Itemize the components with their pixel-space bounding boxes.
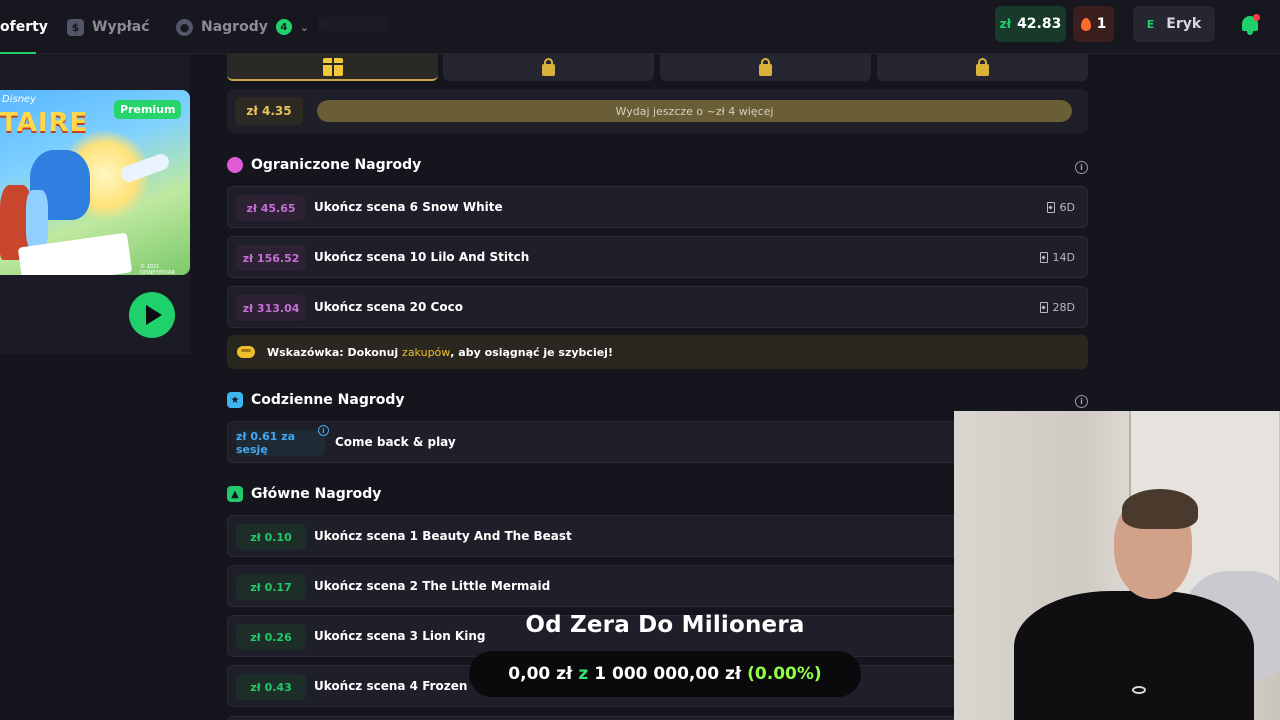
time-value: 28D <box>1052 300 1075 314</box>
reward-amount: zł 313.04 <box>236 295 306 321</box>
reward-amount: zł 0.10 <box>236 524 306 550</box>
stream-goal-title: Od Zera Do Milionera <box>525 612 805 638</box>
tip-suffix: , aby osiągnąć je szybciej! <box>450 345 613 359</box>
game-panel: Disney TAIRE © 2021 DISNEY/PIXAR Premium <box>0 54 190 354</box>
stopwatch-icon <box>227 157 243 173</box>
time-remaining: 6D <box>1046 187 1075 227</box>
top-bar: oferty $ Wypłać ● Nagrody 4 ⌄ zł 42.83 1… <box>0 0 1280 54</box>
balance-currency: zł <box>999 17 1012 31</box>
nav-rewards[interactable]: ● Nagrody 4 ⌄ <box>176 0 309 54</box>
wallet-icon: $ <box>67 18 84 36</box>
time-remaining: 28D <box>1039 287 1075 327</box>
goal-separator: z <box>578 664 589 684</box>
coins-icon <box>237 346 255 358</box>
limited-rewards-heading: Ograniczone Nagrody <box>227 157 421 173</box>
limited-reward-row[interactable]: zł 156.52 Ukończ scena 10 Lilo And Stitc… <box>227 236 1088 278</box>
nav-withdraw-label: Wypłać <box>92 19 150 35</box>
nav-offers-label: oferty <box>0 19 48 35</box>
balance-display[interactable]: zł 42.83 <box>995 6 1066 42</box>
chevron-down-icon[interactable]: ⌄ <box>300 21 309 34</box>
webcam-feed <box>954 411 1280 720</box>
tab-tier-2[interactable] <box>443 54 654 81</box>
game-brand: Disney <box>2 94 37 105</box>
time-value: 6D <box>1059 200 1075 214</box>
info-icon[interactable]: i <box>1075 161 1088 174</box>
user-menu[interactable]: E Eryk <box>1133 6 1215 42</box>
reward-label: Ukończ scena 6 Snow White <box>314 200 503 214</box>
chart-icon: ▲ <box>227 486 243 502</box>
time-value: 14D <box>1052 250 1075 264</box>
reward-label: Ukończ scena 20 Coco <box>314 300 463 314</box>
hourglass-icon <box>1039 301 1048 313</box>
streak-display[interactable]: 1 <box>1073 6 1114 42</box>
rewards-icon: ● <box>176 18 193 36</box>
user-name: Eryk <box>1166 16 1202 32</box>
limited-reward-row[interactable]: zł 313.04 Ukończ scena 20 Coco 28D <box>227 286 1088 328</box>
tip-text: Wskazówka: Dokonuj zakupów, aby osiągnąć… <box>267 346 613 359</box>
reward-label: Ukończ scena 3 Lion King <box>314 629 486 643</box>
daily-label: Come back & play <box>335 435 456 449</box>
nav-faded-item <box>318 17 388 31</box>
notification-dot <box>1253 14 1260 21</box>
reward-amount: zł 0.26 <box>236 624 306 650</box>
stream-goal-progress: 0,00 zł z 1 000 000,00 zł (0.00%) <box>469 651 861 697</box>
nav-offers[interactable]: oferty <box>0 0 48 54</box>
reward-label: Ukończ scena 1 Beauty And The Beast <box>314 529 572 543</box>
avatar: E <box>1146 17 1155 31</box>
progress-amount: zł 4.35 <box>235 97 303 125</box>
limited-rewards-title: Ograniczone Nagrody <box>251 157 422 173</box>
nav-withdraw[interactable]: $ Wypłać <box>67 0 150 54</box>
reward-amount: zł 156.52 <box>236 245 306 271</box>
progress-bar: Wydaj jeszcze o ~zł 4 więcej <box>317 100 1072 122</box>
reward-amount: zł 0.17 <box>236 574 306 600</box>
reward-label: Ukończ scena 2 The Little Mermaid <box>314 579 551 593</box>
progress-text: Wydaj jeszcze o ~zł 4 więcej <box>615 104 774 118</box>
tab-tier-1[interactable] <box>227 54 438 81</box>
play-button[interactable] <box>129 292 175 338</box>
daily-rewards-heading: ★ Codzienne Nagrody <box>227 392 405 408</box>
tip-banner: Wskazówka: Dokonuj zakupów, aby osiągnąć… <box>227 335 1088 369</box>
hourglass-icon <box>1046 201 1055 213</box>
reward-amount: zł 45.65 <box>236 195 306 221</box>
daily-amount: zł 0.61 za sesję <box>236 430 325 456</box>
calendar-icon: ★ <box>227 392 243 408</box>
gift-icon <box>322 57 343 76</box>
time-remaining: 14D <box>1039 237 1075 277</box>
tip-purchases-link[interactable]: zakupów <box>402 346 450 359</box>
tab-tier-3[interactable] <box>660 54 871 81</box>
reward-label: Ukończ scena 10 Lilo And Stitch <box>314 250 530 264</box>
game-copyright: © 2021 DISNEY/PIXAR <box>140 264 175 275</box>
goal-current: 0,00 zł <box>508 664 573 684</box>
goal-percent: (0.00%) <box>747 664 822 684</box>
game-title-logo: TAIRE <box>0 108 89 138</box>
premium-badge: Premium <box>114 100 182 119</box>
info-icon[interactable]: i <box>318 425 329 436</box>
reward-amount: zł 0.43 <box>236 674 306 700</box>
tier-progress: zł 4.35 Wydaj jeszcze o ~zł 4 więcej <box>227 89 1088 133</box>
info-icon[interactable]: i <box>1075 395 1088 408</box>
reward-label: Ukończ scena 4 Frozen <box>314 679 468 693</box>
main-rewards-heading: ▲ Główne Nagrody <box>227 486 381 502</box>
daily-rewards-title: Codzienne Nagrody <box>251 392 405 408</box>
tab-tier-4[interactable] <box>877 54 1088 81</box>
goal-target: 1 000 000,00 zł <box>594 664 742 684</box>
hourglass-icon <box>1039 251 1048 263</box>
bell-icon[interactable] <box>1240 14 1260 36</box>
balance-value: 42.83 <box>1017 16 1062 32</box>
nav-rewards-label: Nagrody <box>201 19 268 35</box>
main-rewards-title: Główne Nagrody <box>251 486 382 502</box>
streak-value: 1 <box>1096 16 1107 32</box>
game-cover-image[interactable]: Disney TAIRE © 2021 DISNEY/PIXAR Premium <box>0 90 190 275</box>
tip-prefix: Wskazówka: Dokonuj <box>267 345 403 359</box>
flame-icon <box>1080 17 1091 31</box>
lock-icon <box>976 57 989 76</box>
limited-reward-row[interactable]: zł 45.65 Ukończ scena 6 Snow White 6D <box>227 186 1088 228</box>
play-icon <box>146 305 162 325</box>
tier-tabs <box>227 54 1088 81</box>
rewards-count-badge: 4 <box>275 19 292 35</box>
lock-icon <box>759 57 772 76</box>
lock-icon <box>542 57 555 76</box>
